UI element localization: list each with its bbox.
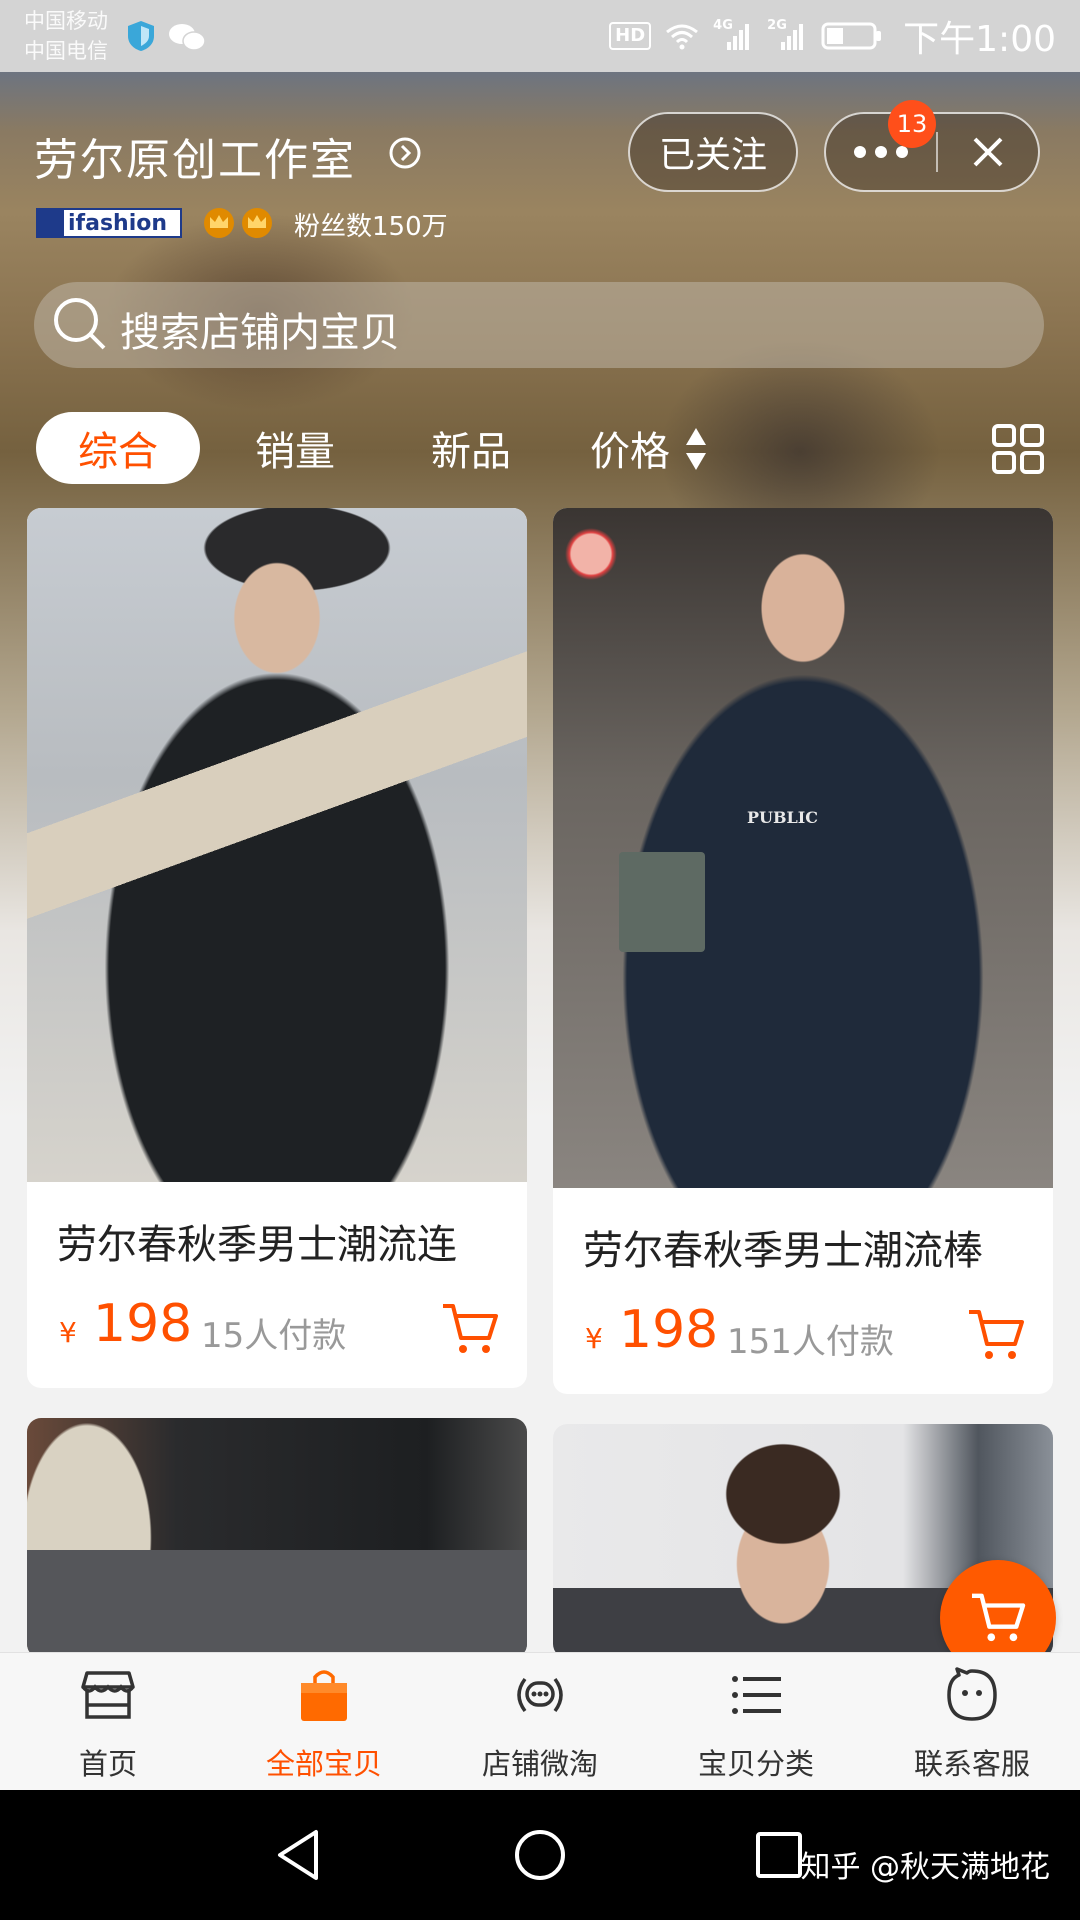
status-bar: 中国移动 中国电信 HD 4G 2G 下午1:00	[0, 0, 1080, 72]
follow-button[interactable]: 已关注	[628, 112, 798, 192]
ifashion-mark-icon	[38, 210, 64, 236]
battery-icon	[821, 22, 882, 50]
sort-tab-sales[interactable]: 销量	[230, 412, 360, 484]
product-title-2[interactable]: 劳尔春秋季男士潮流棒	[583, 1218, 983, 1276]
paid-count-2: 151人付款	[727, 1322, 894, 1362]
status-right-group: HD 4G 2G 下午1:00	[609, 14, 1056, 60]
sort-tab-comprehensive[interactable]: 综合	[36, 412, 200, 484]
status-time: 下午1:00	[903, 19, 1056, 60]
tab-home-label: 首页	[78, 1747, 137, 1781]
signal-2g-icon: 2G	[767, 18, 807, 52]
sort-tab-price[interactable]: 价格	[580, 412, 680, 484]
search-placeholder: 搜索店铺内宝贝	[120, 310, 400, 356]
product-title-1[interactable]: 劳尔春秋季男士潮流连	[57, 1212, 457, 1270]
jacket-print-text: PUBLIC	[747, 808, 818, 827]
tab-categories-label: 宝贝分类	[697, 1747, 814, 1781]
carrier-info: 中国移动 中国电信	[24, 6, 108, 66]
jacket-pocket-detail	[619, 852, 705, 952]
signal-4g-icon: 4G	[713, 18, 753, 52]
paid-count-1: 15人付款	[201, 1316, 347, 1356]
cart-icon	[972, 1593, 1026, 1642]
tab-home[interactable]: 首页	[0, 1653, 216, 1791]
watermark-text: 知乎 @秋天满地花	[800, 1850, 1050, 1885]
wechat-icon	[169, 24, 206, 51]
search-icon	[54, 298, 106, 350]
system-navigation-bar: 知乎 @秋天满地花	[0, 1790, 1080, 1920]
tab-categories[interactable]: 宝贝分类	[648, 1653, 864, 1791]
hd-badge: HD	[609, 22, 652, 50]
broadcast-icon	[517, 1677, 563, 1713]
tab-customer-service-label: 联系客服	[913, 1747, 1030, 1781]
product-price-1: 198	[93, 1294, 193, 1354]
close-button[interactable]	[938, 114, 1038, 190]
ifashion-logo: ifashion	[36, 208, 182, 238]
smiley-chat-icon	[947, 1667, 997, 1721]
sort-tab-new[interactable]: 新品	[406, 412, 536, 484]
product-price-2: 198	[619, 1300, 719, 1360]
product-card-1[interactable]: 劳尔春秋季男士潮流连 ¥ 198 15人付款	[27, 508, 527, 1388]
fans-count: 粉丝数150万	[294, 212, 448, 242]
product-card-3[interactable]	[27, 1418, 527, 1658]
add-to-cart-icon[interactable]	[967, 1308, 1025, 1362]
shopping-bag-icon	[301, 1670, 347, 1721]
more-dots-icon	[854, 146, 908, 158]
wifi-icon	[666, 24, 699, 50]
bottom-tab-bar: 首页 全部宝贝 店铺微淘 宝贝分类 联系客服	[0, 1652, 1080, 1790]
product-image-1[interactable]	[27, 508, 527, 1182]
shop-name[interactable]: 劳尔原创工作室	[34, 124, 356, 188]
storefront-icon	[81, 1671, 135, 1719]
tab-weitao[interactable]: 店铺微淘	[432, 1653, 648, 1791]
close-icon	[973, 137, 1003, 167]
grid-view-icon[interactable]	[992, 424, 1044, 474]
home-circle-icon[interactable]	[505, 1820, 575, 1890]
carrier-2: 中国电信	[24, 39, 108, 63]
back-icon[interactable]	[266, 1820, 336, 1890]
message-count-badge: 13	[888, 100, 936, 148]
sort-arrows-icon[interactable]	[684, 426, 708, 472]
crown-icon	[242, 208, 272, 238]
add-to-cart-icon[interactable]	[441, 1302, 499, 1356]
tab-customer-service[interactable]: 联系客服	[864, 1653, 1080, 1791]
chevron-right-circle-icon[interactable]	[388, 136, 422, 170]
product-card-2[interactable]: PUBLIC 劳尔春秋季男士潮流棒 ¥ 198 151人付款	[553, 508, 1053, 1394]
product-image-3[interactable]	[27, 1418, 527, 1658]
carrier-1: 中国移动	[24, 9, 108, 33]
brand-logo-text: ifashion	[68, 210, 168, 236]
tab-all-items-label: 全部宝贝	[265, 1747, 382, 1781]
tab-all-items[interactable]: 全部宝贝	[216, 1653, 432, 1791]
list-icon	[732, 1676, 781, 1714]
product-image-2[interactable]: PUBLIC	[553, 508, 1053, 1188]
price-currency-2: ¥	[585, 1322, 603, 1355]
crown-icon	[204, 208, 234, 238]
tab-weitao-label: 店铺微淘	[481, 1747, 598, 1781]
price-currency-1: ¥	[59, 1316, 77, 1349]
security-shield-icon	[128, 21, 154, 51]
